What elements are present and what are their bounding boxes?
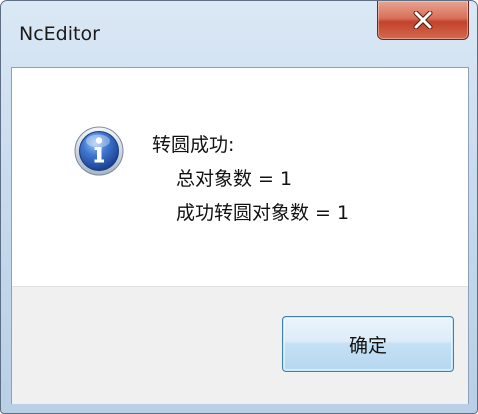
window-title: NcEditor (19, 23, 100, 45)
ok-button[interactable]: 确定 (282, 316, 454, 372)
dialog-client-area: 转圆成功: 总对象数 = 1 成功转圆对象数 = 1 确定 (11, 67, 469, 404)
info-icon (74, 126, 124, 176)
message-total-count: 总对象数 = 1 (176, 168, 293, 190)
message-text: 转圆成功: 总对象数 = 1 成功转圆对象数 = 1 (152, 128, 349, 230)
message-title: 转圆成功: (152, 134, 235, 156)
close-button[interactable] (377, 1, 469, 40)
title-bar[interactable]: NcEditor (1, 1, 477, 63)
close-icon (413, 11, 433, 29)
message-area: 转圆成功: 总对象数 = 1 成功转圆对象数 = 1 (12, 68, 468, 286)
message-success-count: 成功转圆对象数 = 1 (176, 202, 350, 224)
dialog-window: NcEditor 转圆成功: 总对象数 = 1 成功转圆对象数 = 1 确定 (0, 0, 478, 414)
